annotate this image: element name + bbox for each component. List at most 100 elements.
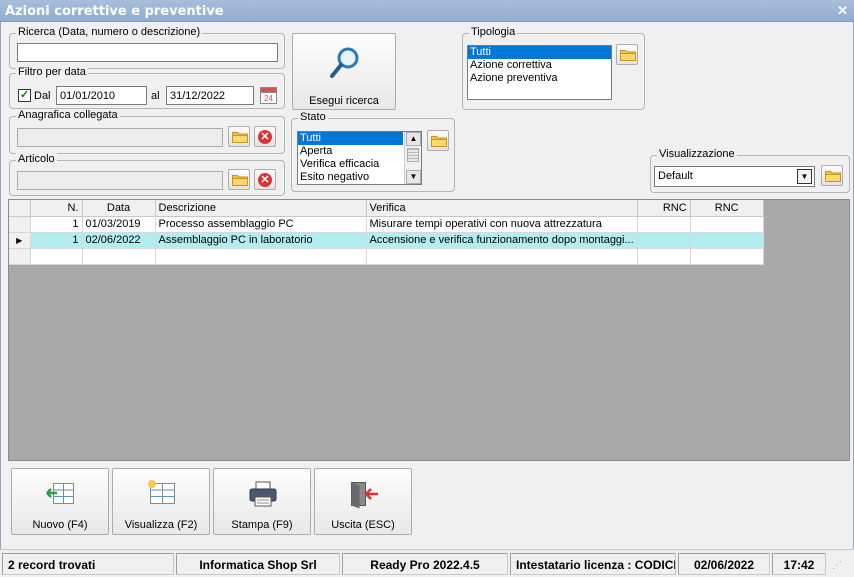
stato-listbox[interactable]: Tutti Aperta Verifica efficacia Esito negat… [297, 131, 422, 185]
results-grid[interactable]: N. Data Descrizione Verifica RNC RNC 1 0… [8, 199, 850, 461]
empty-cell [366, 248, 638, 265]
chevron-down-icon[interactable]: ▼ [797, 169, 812, 184]
dal-date-field[interactable] [56, 86, 147, 105]
cell-n: 1 [30, 232, 83, 249]
anagrafica-clear-button[interactable]: ✕ [254, 126, 276, 147]
stampa-button[interactable]: Stampa (F9) [213, 468, 311, 535]
stato-scrollbar[interactable]: ▲ ▼ [404, 132, 421, 184]
stato-browse-button[interactable] [427, 130, 449, 151]
tipologia-option[interactable]: Azione correttiva [468, 59, 611, 72]
uscita-button[interactable]: Uscita (ESC) [314, 468, 412, 535]
printer-icon [249, 481, 277, 507]
stato-option[interactable]: Tutti [298, 132, 403, 145]
status-version: Ready Pro 2022.4.5 [342, 553, 508, 575]
cell-data: 01/03/2019 [82, 216, 156, 233]
dal-checkbox[interactable]: ✓ [18, 89, 31, 102]
stato-legend: Stato [298, 111, 328, 123]
visualizzazione-value: Default [658, 170, 693, 182]
tipologia-browse-button[interactable] [616, 44, 638, 65]
exit-door-icon [351, 482, 378, 509]
table-row-current[interactable]: ▶ 1 02/06/2022 Assemblaggio PC in labora… [9, 232, 764, 249]
cell-descrizione: Assemblaggio PC in laboratorio [155, 232, 367, 249]
stato-option[interactable]: Esito negativo [298, 171, 403, 184]
articolo-browse-button[interactable] [228, 169, 250, 190]
window-title: Azioni correttive e preventive [5, 4, 224, 19]
tipologia-option[interactable]: Azione preventiva [468, 72, 611, 85]
magnifier-icon [330, 47, 359, 78]
view-record-icon [148, 480, 175, 504]
calendar-icon[interactable]: 24 [259, 85, 278, 105]
nuovo-button[interactable]: Nuovo (F4) [11, 468, 109, 535]
folder-icon [232, 132, 248, 143]
scroll-thumb[interactable] [407, 148, 419, 162]
empty-cell [690, 248, 764, 265]
visualizza-button-label: Visualizza (F2) [124, 519, 198, 531]
empty-cell [155, 248, 367, 265]
close-icon[interactable]: ✕ [837, 3, 848, 19]
col-header-verifica[interactable]: Verifica [366, 200, 638, 217]
cell-data: 02/06/2022 [82, 232, 156, 249]
cell-rnc-2 [690, 232, 764, 249]
anagrafica-browse-button[interactable] [228, 126, 250, 147]
search-button-label: Esegui ricerca [309, 95, 379, 107]
table-row[interactable]: 1 01/03/2019 Processo assemblaggio PC Mi… [9, 216, 764, 233]
scroll-up-icon[interactable]: ▲ [406, 132, 421, 146]
folder-icon [431, 136, 447, 147]
row-indicator-header [9, 200, 31, 217]
cell-rnc [637, 216, 691, 233]
uscita-button-label: Uscita (ESC) [331, 519, 395, 531]
ricerca-legend: Ricerca (Data, numero o descrizione) [16, 26, 203, 38]
col-header-rnc-2[interactable]: RNC [690, 200, 764, 217]
articolo-legend: Articolo [16, 153, 57, 165]
col-header-n[interactable]: N. [30, 200, 83, 217]
status-date: 02/06/2022 [678, 553, 770, 575]
stato-option[interactable]: Verifica efficacia [298, 158, 403, 171]
al-date-field[interactable] [166, 86, 254, 105]
anagrafica-legend: Anagrafica collegata [16, 109, 120, 121]
results-table: N. Data Descrizione Verifica RNC RNC 1 0… [9, 200, 764, 265]
status-company: Informatica Shop Srl [176, 553, 340, 575]
col-header-descrizione[interactable]: Descrizione [155, 200, 367, 217]
status-time: 17:42 [772, 553, 826, 575]
title-bar: Azioni correttive e preventive ✕ [0, 0, 854, 22]
cell-verifica: Misurare tempi operativi con nuova attre… [366, 216, 638, 233]
col-header-data[interactable]: Data [82, 200, 156, 217]
al-label: al [151, 90, 160, 102]
scroll-down-icon[interactable]: ▼ [406, 170, 421, 184]
empty-cell [30, 248, 83, 265]
table-row-empty[interactable] [9, 248, 764, 265]
stato-option[interactable]: Aperta [298, 145, 403, 158]
row-indicator [9, 248, 31, 265]
nuovo-button-label: Nuovo (F4) [32, 519, 88, 531]
tipologia-listbox[interactable]: Tutti Azione correttiva Azione preventiva [467, 45, 612, 100]
tipologia-legend: Tipologia [469, 26, 518, 38]
visualizzazione-browse-button[interactable] [821, 165, 843, 186]
table-header-row: N. Data Descrizione Verifica RNC RNC [9, 200, 764, 217]
row-indicator [9, 216, 31, 233]
dal-label: Dal [34, 90, 51, 102]
clear-icon: ✕ [258, 173, 272, 187]
stampa-button-label: Stampa (F9) [231, 519, 293, 531]
search-button[interactable]: Esegui ricerca [292, 33, 396, 110]
resize-grip-icon[interactable]: ⋰ [832, 560, 842, 571]
articolo-clear-button[interactable]: ✕ [254, 169, 276, 190]
current-row-arrow-icon: ▶ [9, 232, 31, 249]
tipologia-option[interactable]: Tutti [468, 46, 611, 59]
visualizzazione-select[interactable]: Default ▼ [654, 166, 815, 187]
cell-rnc [637, 232, 691, 249]
status-license: Intestatario licenza : CODICE [510, 553, 676, 575]
status-bar: 2 record trovati Informatica Shop Srl Re… [0, 549, 854, 577]
articolo-field[interactable] [17, 171, 223, 190]
col-header-rnc[interactable]: RNC [637, 200, 691, 217]
clear-icon: ✕ [258, 130, 272, 144]
folder-icon [825, 171, 841, 182]
status-records: 2 record trovati [2, 553, 174, 575]
search-input[interactable] [17, 43, 278, 62]
empty-cell [82, 248, 156, 265]
visualizzazione-legend: Visualizzazione [657, 148, 737, 160]
anagrafica-field[interactable] [17, 128, 223, 147]
visualizza-button[interactable]: Visualizza (F2) [112, 468, 210, 535]
folder-icon [232, 175, 248, 186]
cell-verifica: Accensione e verifica funzionamento dopo… [366, 232, 638, 249]
filtro-data-legend: Filtro per data [16, 66, 88, 78]
